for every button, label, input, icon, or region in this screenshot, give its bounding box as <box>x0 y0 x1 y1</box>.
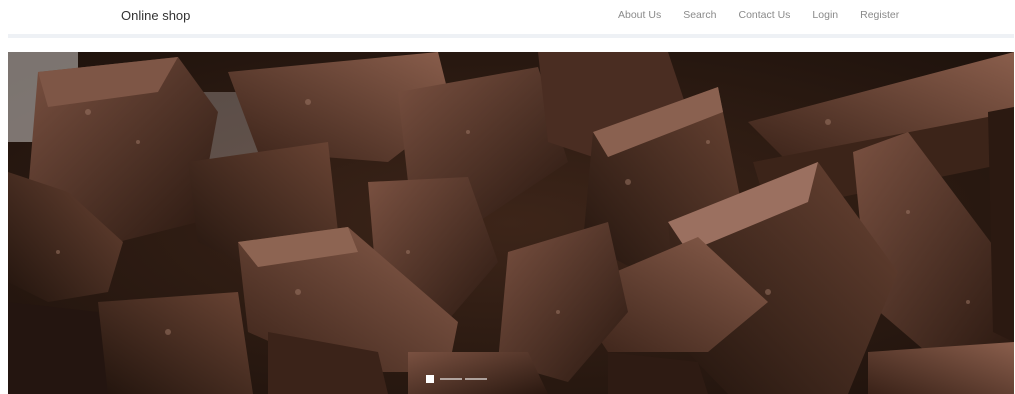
carousel-indicators <box>426 375 487 383</box>
hero-image-chocolate <box>8 52 1014 394</box>
nav-links: About Us Search Contact Us Login Registe… <box>618 9 921 21</box>
carousel-indicator-2[interactable] <box>440 378 462 380</box>
navbar-divider <box>8 34 1014 38</box>
nav-link-register[interactable]: Register <box>860 9 899 21</box>
navbar: Online shop About Us Search Contact Us L… <box>0 0 1015 34</box>
carousel-indicator-1[interactable] <box>426 375 434 383</box>
nav-link-contact-us[interactable]: Contact Us <box>738 9 790 21</box>
nav-link-about-us[interactable]: About Us <box>618 9 661 21</box>
brand-link[interactable]: Online shop <box>121 8 190 23</box>
hero-carousel[interactable] <box>8 52 1014 394</box>
nav-link-search[interactable]: Search <box>683 9 716 21</box>
carousel-indicator-3[interactable] <box>465 378 487 380</box>
nav-link-login[interactable]: Login <box>812 9 838 21</box>
